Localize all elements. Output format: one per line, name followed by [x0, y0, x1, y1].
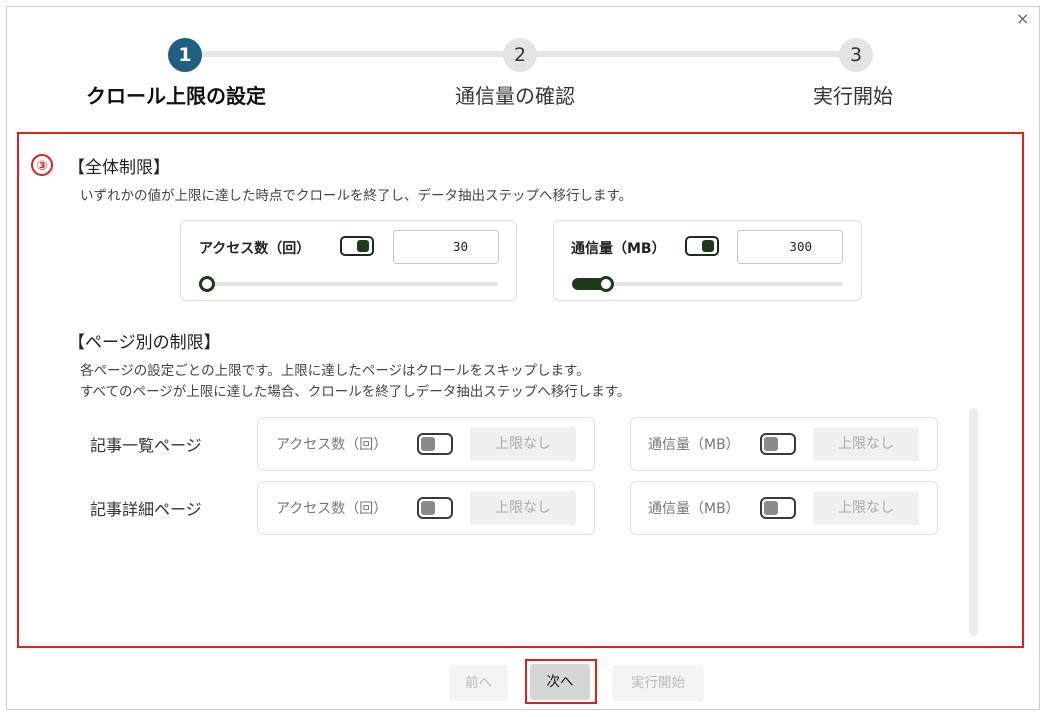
toggle-knob [421, 501, 435, 515]
article-detail-traffic-input[interactable]: 上限なし [813, 491, 919, 525]
step-2-label: 通信量の確認 [455, 84, 575, 108]
article-list-traffic-toggle[interactable] [760, 433, 796, 455]
article-detail-access-toggle[interactable] [417, 497, 453, 519]
scrollbar[interactable] [969, 408, 978, 636]
overall-limit-title: 【全体制限】 [68, 158, 170, 178]
article-list-traffic-input[interactable]: 上限なし [813, 427, 919, 461]
toggle-knob [764, 437, 778, 451]
per-page-description-line1: 各ページの設定ごとの上限です。上限に達したページはクロールをスキップします。 [80, 363, 590, 379]
step-2-circle: 2 [503, 38, 537, 72]
overall-access-slider-track[interactable] [198, 282, 498, 286]
toggle-knob [702, 240, 714, 252]
toggle-knob [357, 240, 369, 252]
article-detail-traffic-label: 通信量（MB） [648, 501, 740, 517]
step-3-circle: 3 [839, 38, 873, 72]
overall-traffic-slider-thumb[interactable] [598, 276, 614, 292]
article-detail-access-input[interactable]: 上限なし [470, 491, 576, 525]
per-page-limit-title: 【ページ別の制限】 [68, 333, 221, 353]
per-page-description-line2: すべてのページが上限に達した場合、クロールを終了しデータ抽出ステップへ移行します… [80, 384, 631, 400]
article-list-access-input[interactable]: 上限なし [470, 427, 576, 461]
overall-limit-description: いずれかの値が上限に達した時点でクロールを終了し、データ抽出ステップへ移行します… [80, 188, 633, 204]
article-detail-traffic-toggle[interactable] [760, 497, 796, 519]
prev-button[interactable]: 前へ [449, 665, 508, 701]
article-list-access-label: アクセス数（回） [276, 437, 388, 453]
overall-traffic-label: 通信量（MB） [571, 241, 666, 257]
annotation-marker: ③ [31, 154, 53, 176]
overall-access-slider-thumb[interactable] [199, 276, 215, 292]
row-label-article-detail: 記事詳細ページ [90, 500, 202, 519]
overall-traffic-toggle[interactable] [685, 236, 719, 256]
toggle-knob [421, 437, 435, 451]
article-list-access-toggle[interactable] [417, 433, 453, 455]
row-label-article-list: 記事一覧ページ [90, 436, 202, 455]
article-detail-access-label: アクセス数（回） [276, 501, 388, 517]
step-1-circle: 1 [168, 38, 202, 72]
run-button[interactable]: 実行開始 [612, 665, 704, 701]
step-1-label: クロール上限の設定 [86, 84, 266, 108]
stepper-track-2 [520, 51, 856, 57]
overall-access-input[interactable]: 30 [393, 230, 499, 264]
step-3-label: 実行開始 [813, 84, 893, 108]
article-list-traffic-label: 通信量（MB） [648, 437, 740, 453]
toggle-knob [764, 501, 778, 515]
stepper-track-1 [185, 51, 520, 57]
next-button-highlight [525, 659, 597, 704]
overall-traffic-input[interactable]: 300 [737, 230, 843, 264]
overall-access-label: アクセス数（回） [199, 241, 311, 257]
close-icon[interactable]: × [1016, 11, 1029, 27]
overall-access-toggle[interactable] [340, 236, 374, 256]
